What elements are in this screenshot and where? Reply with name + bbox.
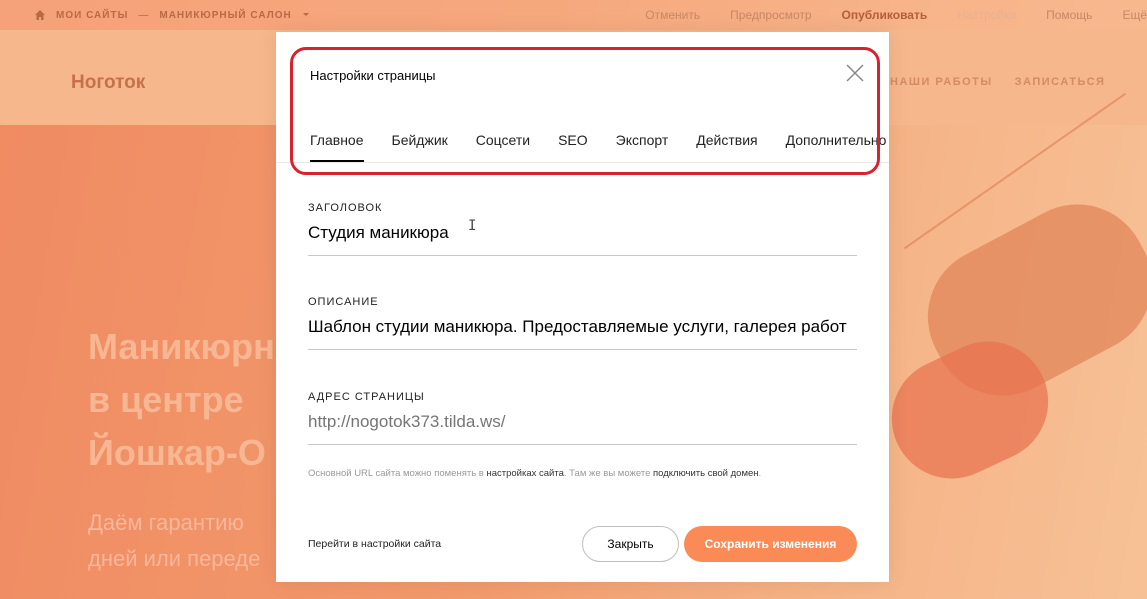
breadcrumb: МОИ САЙТЫ — МАНИКЮРНЫЙ САЛОН bbox=[34, 9, 310, 21]
close-button[interactable]: Закрыть bbox=[582, 526, 679, 562]
title-label: ЗАГОЛОВОК bbox=[308, 202, 383, 214]
breadcrumb-separator: — bbox=[138, 9, 150, 21]
tab-badge[interactable]: Бейджик bbox=[392, 132, 448, 162]
tab-seo[interactable]: SEO bbox=[558, 132, 588, 162]
hero-title-line: Йошкар-О bbox=[88, 432, 266, 473]
hero-subtitle: Даём гарантию дней или переде bbox=[88, 505, 260, 577]
title-field: ЗАГОЛОВОК bbox=[308, 202, 857, 256]
editor-topnav: Отменить Предпросмотр Опубликовать Настр… bbox=[645, 8, 1147, 22]
publish-link[interactable]: Опубликовать bbox=[842, 8, 928, 22]
page-url-field: АДРЕС СТРАНИЦЫ bbox=[308, 391, 857, 445]
url-hint: Основной URL сайта можно поменять в наст… bbox=[308, 468, 761, 479]
tab-main[interactable]: Главное bbox=[310, 132, 364, 162]
hint-text: . Там же вы можете bbox=[563, 468, 651, 479]
tab-social[interactable]: Соцсети bbox=[476, 132, 530, 162]
preview-link[interactable]: Предпросмотр bbox=[730, 8, 811, 22]
tab-additional[interactable]: Дополнительно bbox=[786, 132, 887, 162]
connect-domain-link[interactable]: подключить свой домен bbox=[653, 468, 759, 479]
close-icon[interactable] bbox=[844, 62, 866, 84]
site-nav-signup[interactable]: ЗАПИСАТЬСЯ bbox=[1015, 76, 1106, 88]
hero-subtitle-line: дней или переде bbox=[88, 546, 261, 571]
description-field: ОПИСАНИЕ bbox=[308, 296, 857, 350]
page-settings-modal: Настройки страницы Главное Бейджик Соцсе… bbox=[276, 32, 889, 582]
description-label: ОПИСАНИЕ bbox=[308, 296, 379, 308]
tab-actions[interactable]: Действия bbox=[696, 132, 757, 162]
breadcrumb-site[interactable]: МАНИКЮРНЫЙ САЛОН bbox=[159, 10, 291, 21]
site-logo: Ноготок bbox=[71, 72, 146, 93]
title-input[interactable] bbox=[308, 221, 857, 256]
description-input[interactable] bbox=[308, 315, 857, 350]
help-link[interactable]: Помощь bbox=[1046, 8, 1092, 22]
hint-text: . bbox=[758, 468, 762, 479]
undo-link[interactable]: Отменить bbox=[645, 8, 700, 22]
hero-title-line: Маникюрн bbox=[88, 326, 275, 367]
save-button[interactable]: Сохранить изменения bbox=[684, 526, 857, 562]
modal-title: Настройки страницы bbox=[310, 68, 436, 83]
modal-header: Настройки страницы Главное Бейджик Соцсе… bbox=[276, 32, 889, 172]
home-icon[interactable] bbox=[34, 9, 46, 21]
tab-export[interactable]: Экспорт bbox=[616, 132, 669, 162]
settings-link[interactable]: Настройки bbox=[957, 8, 1016, 22]
breadcrumb-my-sites[interactable]: МОИ САЙТЫ bbox=[56, 10, 128, 21]
hero-title-line: в центре bbox=[88, 379, 244, 420]
chevron-down-icon[interactable] bbox=[302, 12, 310, 18]
go-to-site-settings-link[interactable]: Перейти в настройки сайта bbox=[308, 538, 441, 550]
hero-subtitle-line: Даём гарантию bbox=[88, 510, 244, 535]
more-link[interactable]: Ещё bbox=[1122, 8, 1147, 22]
hero-title: Маникюрн в центре Йошкар-О bbox=[88, 320, 275, 479]
hint-text: Основной URL сайта можно поменять в bbox=[308, 468, 484, 479]
page-url-input[interactable] bbox=[308, 410, 857, 445]
site-nav-works[interactable]: НАШИ РАБОТЫ bbox=[890, 76, 993, 88]
site-settings-link[interactable]: настройках сайта bbox=[486, 468, 563, 479]
page-url-label: АДРЕС СТРАНИЦЫ bbox=[308, 391, 425, 403]
divider bbox=[276, 162, 889, 163]
settings-tabs: Главное Бейджик Соцсети SEO Экспорт Дейс… bbox=[310, 132, 886, 162]
site-nav: НАШИ РАБОТЫ ЗАПИСАТЬСЯ bbox=[890, 76, 1105, 88]
text-cursor-icon: I bbox=[468, 218, 477, 234]
